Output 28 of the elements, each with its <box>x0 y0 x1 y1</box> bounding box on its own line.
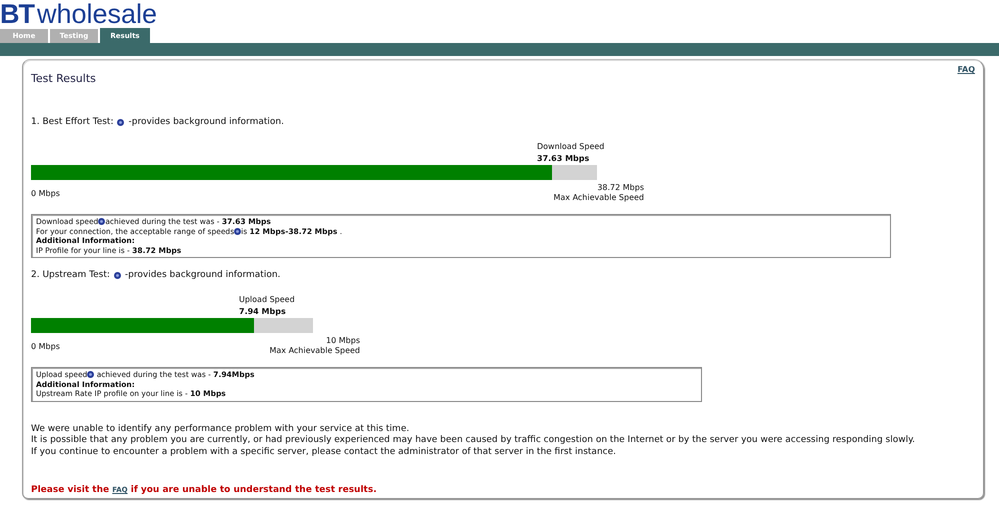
speed-value: 37.63 Mbps <box>537 153 590 165</box>
help-caption: -provides background information. <box>128 117 284 127</box>
logo-wordmark: wholesale <box>37 0 158 28</box>
help-icon[interactable] <box>87 371 94 378</box>
faq-link[interactable]: FAQ <box>957 65 975 74</box>
test-heading: 2. Upstream Test: <box>31 270 110 280</box>
notice-text: if you are unable to understand the test results. <box>130 485 377 495</box>
min-label: 0 Mbps <box>31 189 60 200</box>
summary-text: It is possible that any problem you are currently, or had previously experienced may have been caused by traffic congestion on the Internet or by the server you were accessing responding slowly. <box>31 435 916 446</box>
min-label: 0 Mbps <box>31 342 60 353</box>
help-icon[interactable] <box>98 218 106 226</box>
page-title: Test Results <box>31 72 97 87</box>
summary-text: We were unable to identify any performance problem with your service at this time. <box>31 424 410 435</box>
max-value: 38.72 Mbps <box>596 183 644 193</box>
summary-text: If you continue to encounter a problem with a specific server, please contact the administrator of that server in the first instance. <box>31 446 617 458</box>
test-heading: 1. Best Effort Test: <box>31 117 114 127</box>
speed-label: Download Speed <box>537 142 604 151</box>
help-caption: -provides background information. <box>124 270 280 280</box>
logo-mark: BT <box>0 0 34 28</box>
help-icon[interactable] <box>117 118 124 126</box>
help-icon[interactable] <box>114 272 121 278</box>
help-icon[interactable] <box>234 228 242 235</box>
speed-value: 7.94 Mbps <box>239 306 287 318</box>
speed-label: Upload Speed <box>239 295 295 304</box>
max-label: Max Achievable Speed <box>553 193 644 203</box>
max-label: Max Achievable Speed <box>269 346 360 356</box>
notice-text: Please visit the <box>31 485 110 495</box>
max-value: 10 Mbps <box>325 336 360 346</box>
